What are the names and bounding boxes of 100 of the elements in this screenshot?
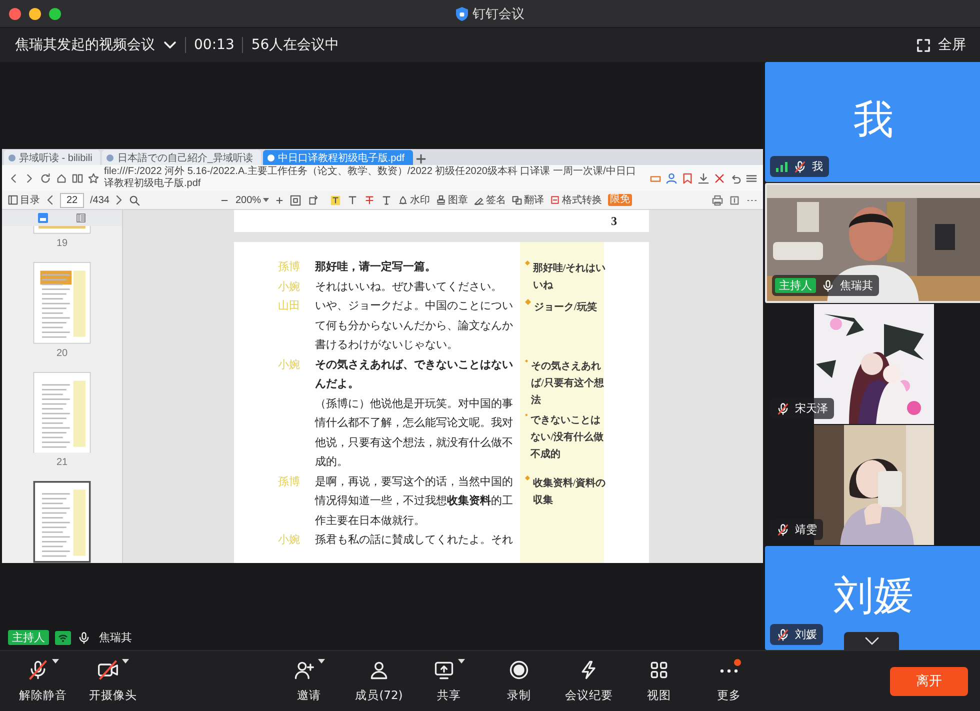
margin-note: 那好哇/それはいいね xyxy=(532,262,607,293)
page-number-label: 19 xyxy=(56,238,68,250)
more-button[interactable]: 更多 xyxy=(694,659,764,703)
dialogue-text: いや、ジョークだよ。中国のことについて何も分からないんだから、論文なんか書けるわけがないじゃない。 xyxy=(315,299,514,353)
speaker-name: 小婉 xyxy=(278,358,301,372)
zoom-dropdown[interactable]: 200% xyxy=(235,194,270,206)
page-number-label: 20 xyxy=(56,348,68,360)
zoom-in-icon[interactable] xyxy=(275,196,284,204)
next-page-icon[interactable] xyxy=(115,195,124,205)
camera-button[interactable]: 开摄像头 xyxy=(78,659,148,703)
page-number-label: 21 xyxy=(56,457,68,470)
thumbnails-icon[interactable] xyxy=(38,213,48,223)
highlight-icon[interactable] xyxy=(330,194,342,206)
download-icon[interactable] xyxy=(698,172,709,184)
export-icon[interactable] xyxy=(729,194,740,206)
fullscreen-icon xyxy=(917,38,930,52)
speaker-name: 小婉 xyxy=(278,280,301,294)
strikethrough-icon[interactable] xyxy=(364,194,376,206)
shield-icon xyxy=(456,6,468,20)
bookmark-icon[interactable] xyxy=(682,172,693,184)
bookmarks-list-icon[interactable] xyxy=(76,213,86,223)
page-icon xyxy=(106,154,114,162)
browser-tab[interactable]: 异域听读 - bilibili xyxy=(4,150,100,165)
search-icon[interactable] xyxy=(129,194,140,206)
fullscreen-button[interactable]: 全屏 xyxy=(917,36,966,54)
window-title: 钉钉会议 xyxy=(472,6,524,22)
scissors-icon[interactable] xyxy=(714,172,725,184)
print-icon[interactable] xyxy=(712,194,724,206)
promo-badge: 限免 xyxy=(608,194,632,206)
bullet-icon xyxy=(525,358,528,364)
tool-button[interactable]: 格式转换 xyxy=(550,193,602,207)
page-number-field[interactable]: 22 xyxy=(60,192,84,208)
chevron-down-icon xyxy=(864,637,878,645)
forward-icon[interactable] xyxy=(24,172,35,184)
attendance-count: 56人在会议中 xyxy=(251,36,340,54)
add-person-button[interactable]: 邀请 xyxy=(274,659,344,703)
page-icon xyxy=(266,154,275,162)
watermark-icon xyxy=(398,195,408,205)
elapsed-time: 00:13 xyxy=(194,37,234,53)
margin-note: ジョーク/玩笑 xyxy=(534,300,597,315)
browser-tab[interactable]: 日本語での自己紹介_异域听读 xyxy=(102,150,261,165)
back-icon[interactable] xyxy=(8,172,19,184)
host-badge: 主持人 xyxy=(8,630,49,645)
new-tab-icon[interactable] xyxy=(414,153,427,165)
collapse-button[interactable] xyxy=(844,632,899,650)
dialogue-text: 那好哇，请一定写一篇。 xyxy=(315,260,437,275)
tool-button[interactable]: 水印 xyxy=(398,193,430,207)
rotate-icon[interactable] xyxy=(307,194,318,206)
avatar-initials: 我 xyxy=(854,96,894,144)
bullet-icon xyxy=(525,474,530,480)
maximize-button[interactable] xyxy=(49,8,61,20)
record-button[interactable]: 录制 xyxy=(484,659,554,703)
speaker-name: 小婉 xyxy=(278,533,301,548)
meeting-title: 焦瑞其发起的视频会议 xyxy=(15,36,155,54)
tool-button[interactable]: 签名 xyxy=(474,193,506,207)
minimize-button[interactable] xyxy=(29,8,41,20)
dialogue-text: その気さえあれば、できないことはないんだよ。 xyxy=(315,358,514,392)
text-box-icon[interactable] xyxy=(381,194,392,206)
sign-icon xyxy=(474,195,484,205)
participant-name: 刘媛 xyxy=(795,627,817,642)
speaker-name: 孫博 xyxy=(278,474,301,490)
dialogue-text: 孫君も私の話に賛成してくれたよ。それ xyxy=(315,532,514,548)
reload-icon[interactable] xyxy=(40,172,51,184)
grid-button[interactable]: 视图 xyxy=(624,659,694,703)
speaker-name: 山田 xyxy=(278,299,301,314)
convert-icon xyxy=(550,195,560,205)
margin-note: できないことはない/没有什么做不成的 xyxy=(530,414,604,462)
stamp-icon xyxy=(436,195,446,205)
tool-button[interactable]: 翻译 xyxy=(512,193,544,207)
mic-button[interactable]: 解除静音 xyxy=(8,659,78,703)
text-tool-icon[interactable] xyxy=(347,194,358,206)
caret-icon xyxy=(263,198,270,202)
participant-name: 焦瑞其 xyxy=(840,278,873,293)
host-badge: 主持人 xyxy=(775,278,816,293)
screen-share-button[interactable]: 共享 xyxy=(414,659,484,703)
star-icon[interactable] xyxy=(88,172,99,184)
home-icon[interactable] xyxy=(56,172,67,184)
lightning-button[interactable]: 会议纪要 xyxy=(554,659,624,703)
close-button[interactable] xyxy=(9,8,21,20)
page-number: 3 xyxy=(234,210,649,232)
bullet-icon xyxy=(525,260,530,266)
outline-button[interactable]: 目录 xyxy=(8,193,40,207)
previous-page-icon[interactable] xyxy=(46,195,54,205)
page-icon xyxy=(8,154,16,162)
page-count: /434 xyxy=(90,194,110,206)
tool-button[interactable]: 图章 xyxy=(436,193,468,207)
participant-name: 靖雯 xyxy=(795,522,817,537)
dialogue-text: それはいいね。ぜひ書いてください。 xyxy=(315,280,503,294)
people-button[interactable]: 成员(72) xyxy=(344,659,414,703)
dialogue-text: 是啊，再说，要写这个的话，当然中国的情况得知道一些，不过我想收集资料的工作主要在日本做就行。 xyxy=(315,474,514,528)
user-icon[interactable] xyxy=(666,172,677,184)
margin-note: その気さえあれば/只要有这个想法 xyxy=(531,360,605,408)
speaker-name: 孫博 xyxy=(278,260,301,275)
book-icon[interactable] xyxy=(72,172,83,184)
margin-note: 收集资料/資料の収集 xyxy=(532,476,607,508)
bullet-icon xyxy=(525,412,528,418)
undo-icon[interactable] xyxy=(730,172,741,184)
dialogue-text: （孫博に）他说他是开玩笑。对中国的事情什么都不了解，怎么能写论文呢。我对他说，只要有这个想法，就没有什么做不成的。 xyxy=(315,396,514,470)
fit-page-icon[interactable] xyxy=(290,194,302,206)
menu-icon[interactable] xyxy=(746,172,757,184)
